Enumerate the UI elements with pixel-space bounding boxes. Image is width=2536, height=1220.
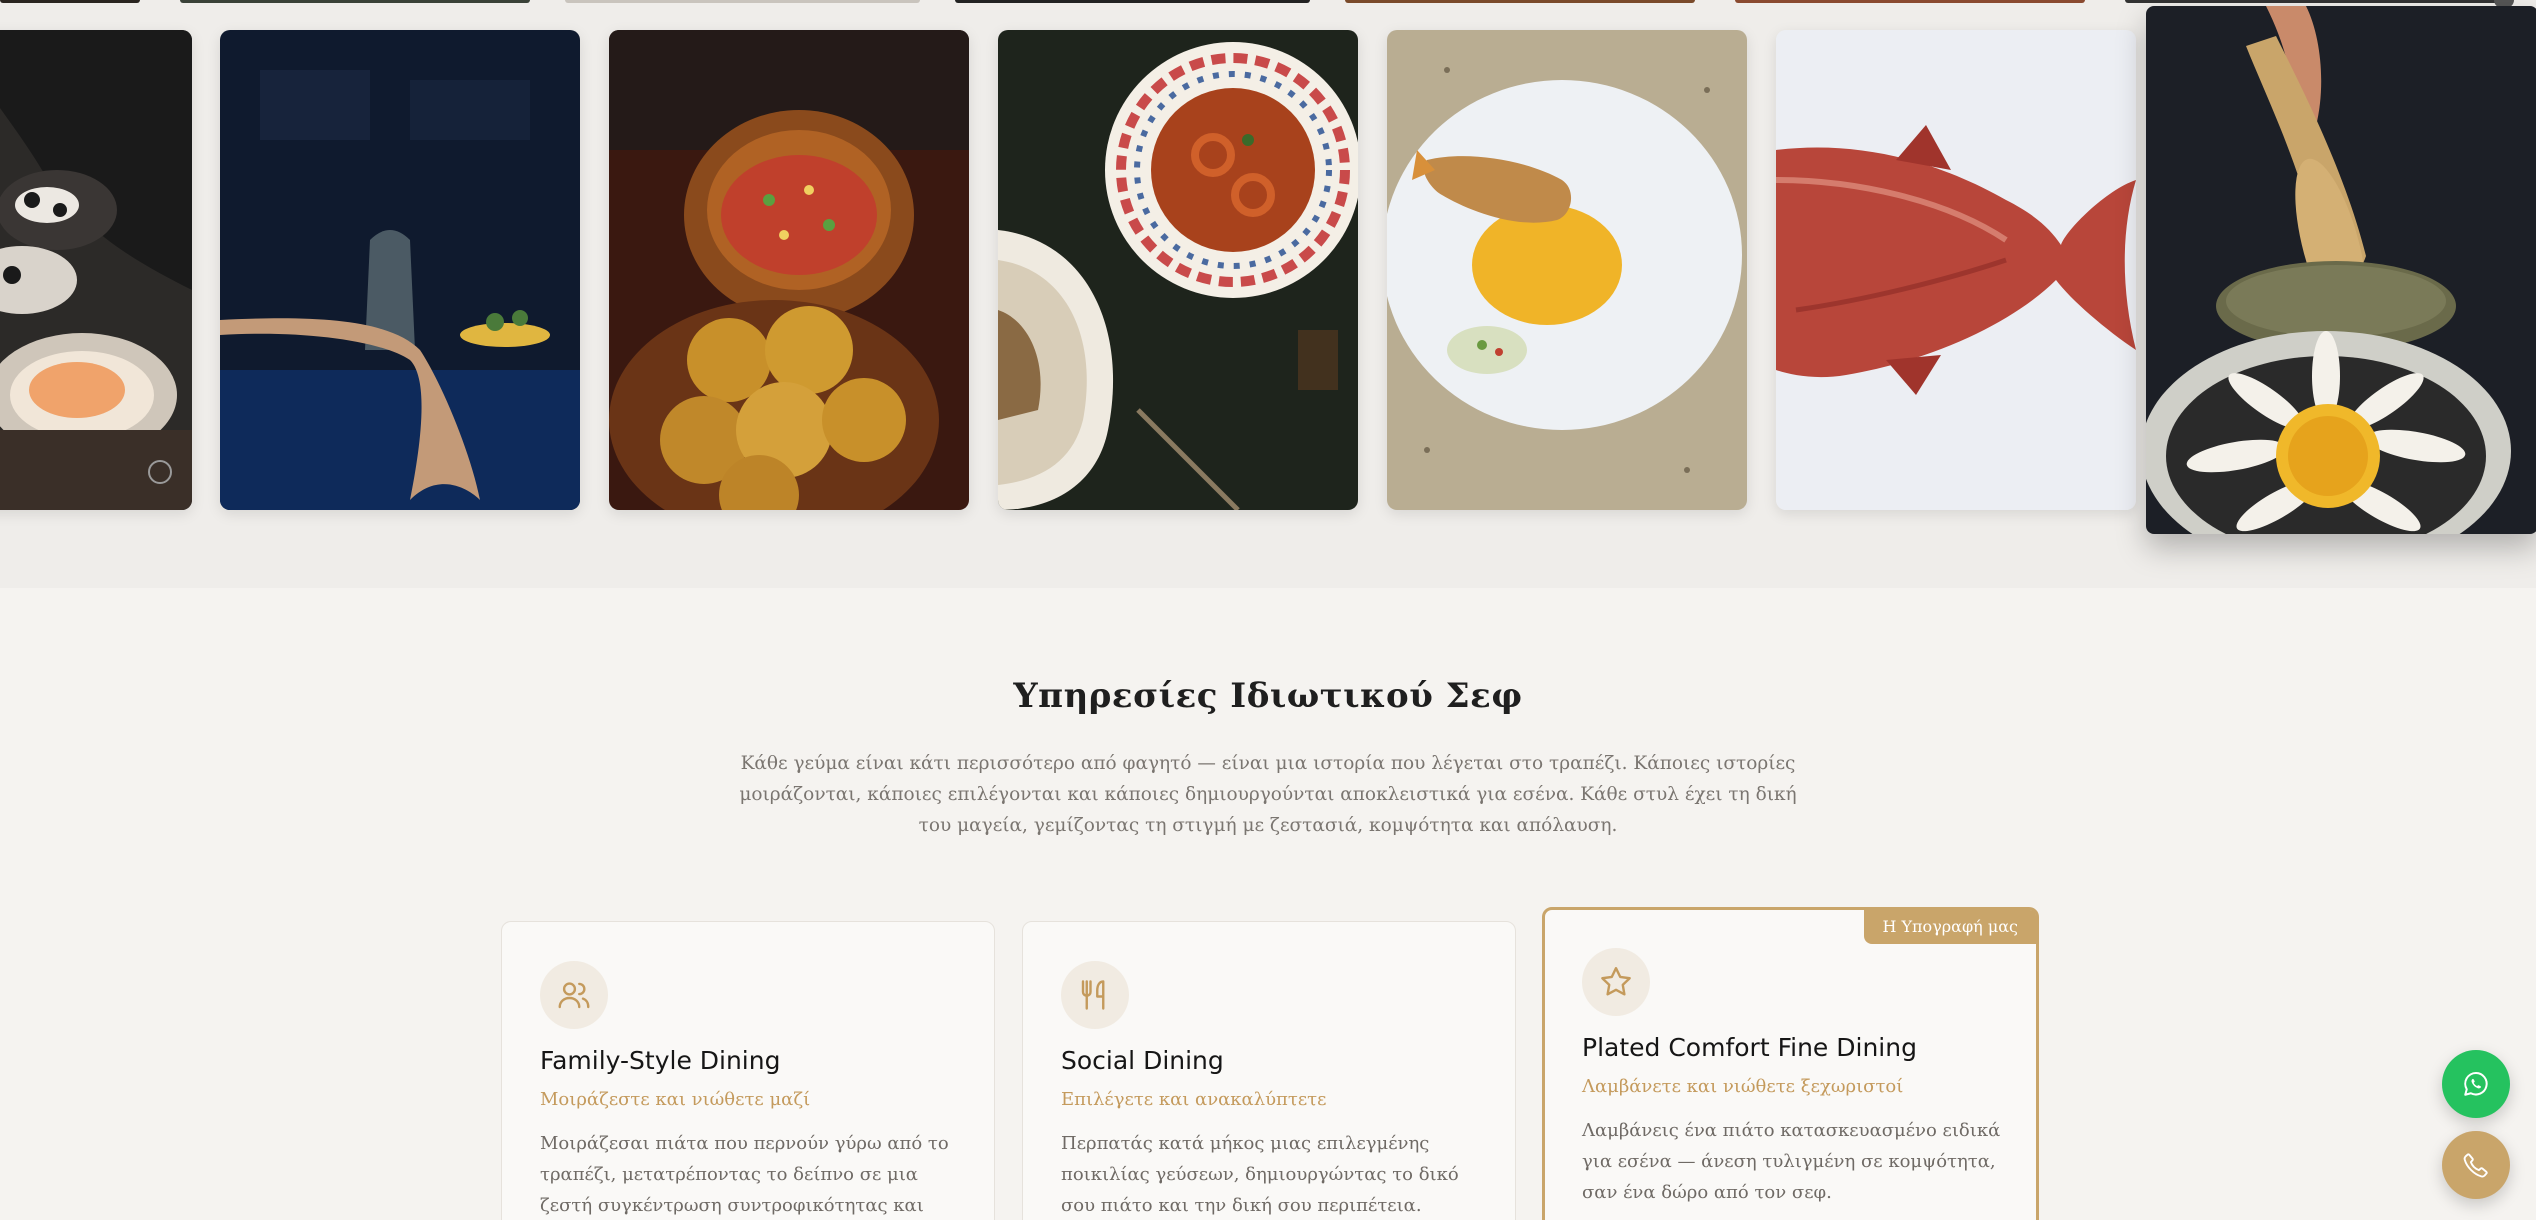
whatsapp-button[interactable] xyxy=(2442,1050,2510,1118)
service-card-social[interactable]: Social Dining Επιλέγετε και ανακαλύπτετε… xyxy=(1022,921,1516,1220)
gallery-row-edge xyxy=(1735,0,2085,3)
card-title: Family-Style Dining xyxy=(540,1046,781,1075)
gallery-photo-oysters[interactable] xyxy=(0,30,192,510)
gallery-photo-red-snapper[interactable] xyxy=(1776,30,2136,510)
service-card-family-style[interactable]: Family-Style Dining Μοιράζεστε και νιώθε… xyxy=(501,921,995,1220)
gallery-photo-salsa-buns[interactable] xyxy=(609,30,969,510)
gallery-row-edge xyxy=(1345,0,1695,3)
card-subtitle: Επιλέγετε και ανακαλύπτετε xyxy=(1061,1089,1327,1110)
card-body: Λαμβάνεις ένα πιάτο κατασκευασμένο ειδικ… xyxy=(1582,1120,2001,1203)
section-intro: Κάθε γεύμα είναι κάτι περισσότερο από φα… xyxy=(739,753,1797,836)
fish-tail-on-table-photo xyxy=(220,30,580,510)
phone-icon xyxy=(2463,1153,2488,1178)
signature-badge: Η Υπογραφή μας xyxy=(1864,910,2036,944)
oysters-photo xyxy=(0,30,192,510)
whatsapp-icon xyxy=(2464,1071,2488,1096)
food-gallery xyxy=(0,0,2536,588)
star-icon xyxy=(1582,948,1650,1016)
gallery-row-edge xyxy=(565,0,920,3)
section-title: Υπηρεσίες Ιδιωτικού Σεφ xyxy=(1013,676,1523,716)
gallery-photo-fried-fish[interactable] xyxy=(1387,30,1747,510)
gallery-photo-fish-tail[interactable] xyxy=(220,30,580,510)
card-body: Μοιράζεσαι πιάτα που περνούν γύρω από το… xyxy=(540,1133,949,1216)
gallery-row-edge xyxy=(180,0,530,3)
card-title: Social Dining xyxy=(1061,1046,1224,1075)
gallery-photo-squid-stew[interactable] xyxy=(998,30,1358,510)
phone-button[interactable] xyxy=(2442,1131,2510,1199)
gallery-row-edge xyxy=(2125,0,2505,3)
egg-yolk-flower-dish-photo xyxy=(2146,6,2536,534)
gallery-photo-featured-flower-dish[interactable] xyxy=(2146,6,2536,534)
card-subtitle: Λαμβάνετε και νιώθετε ξεχωριστοί xyxy=(1582,1076,1904,1097)
service-card-plated-fine-dining[interactable]: Η Υπογραφή μας Plated Comfort Fine Dinin… xyxy=(1542,907,2039,1220)
fried-fish-fine-dining-photo xyxy=(1387,30,1747,510)
red-snapper-photo xyxy=(1776,30,2136,510)
utensils-icon xyxy=(1061,961,1129,1029)
card-subtitle: Μοιράζεστε και νιώθετε μαζί xyxy=(540,1089,811,1110)
gallery-row-edge xyxy=(0,0,140,3)
card-body: Περπατάς κατά μήκος μιας επιλεγμένης ποι… xyxy=(1061,1133,1459,1216)
salsa-and-buns-photo xyxy=(609,30,969,510)
card-title: Plated Comfort Fine Dining xyxy=(1582,1033,1917,1062)
gallery-row-edge xyxy=(955,0,1310,3)
squid-stew-plate-photo xyxy=(998,30,1358,510)
users-icon xyxy=(540,961,608,1029)
